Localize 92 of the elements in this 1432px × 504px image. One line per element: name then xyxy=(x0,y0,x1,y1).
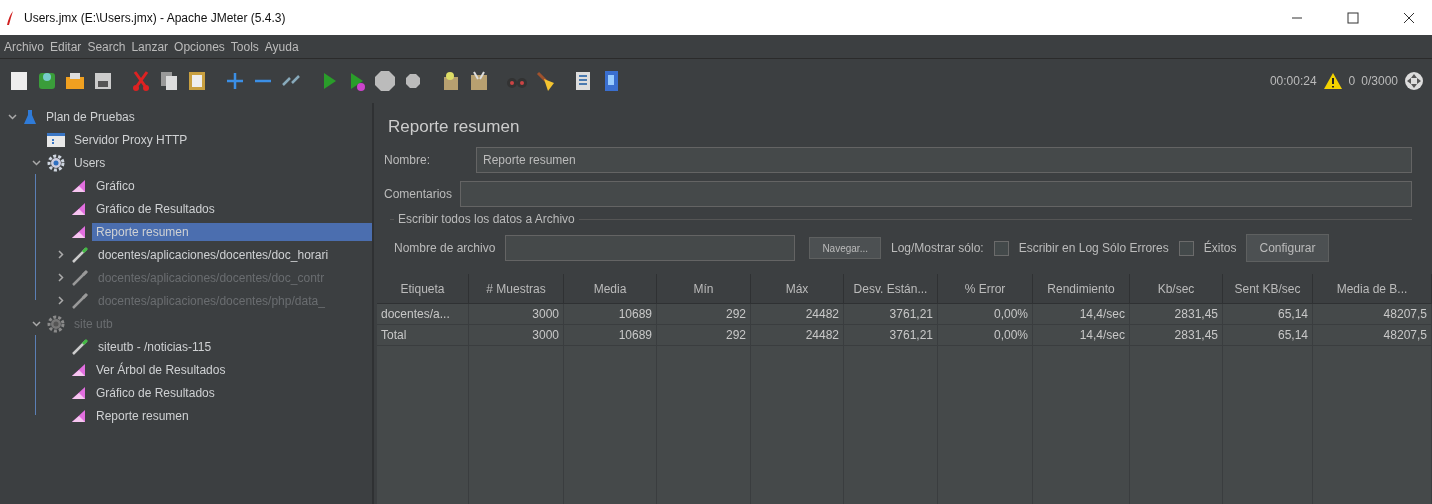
menu-item[interactable]: Editar xyxy=(50,39,82,54)
chart-icon xyxy=(71,178,87,193)
table-cell: 3000 xyxy=(469,325,564,346)
copy-icon[interactable] xyxy=(158,69,180,93)
table-cell: 292 xyxy=(657,304,751,325)
chevron-down-icon[interactable] xyxy=(31,158,41,167)
feather-icon xyxy=(6,9,14,26)
table-cell: 24482 xyxy=(751,304,844,325)
chart-icon xyxy=(71,201,87,216)
table-cell: 0,00% xyxy=(938,304,1033,325)
column-header[interactable]: Media xyxy=(564,274,657,304)
checkbox[interactable] xyxy=(1178,240,1194,256)
menu-item[interactable]: Tools xyxy=(230,39,259,54)
table-cell: 10689 xyxy=(564,325,657,346)
filename-label: Nombre de archivo xyxy=(394,241,496,255)
column-header[interactable]: Mín xyxy=(657,274,751,304)
elapsed-time: 00:00:24 xyxy=(1269,74,1317,88)
checkbox[interactable] xyxy=(993,240,1009,256)
menu-item[interactable]: Lanzar xyxy=(131,39,169,54)
gear-icon xyxy=(47,314,65,333)
chart-icon xyxy=(71,224,87,239)
maximize-icon xyxy=(1347,11,1359,24)
column-header[interactable]: % Error xyxy=(938,274,1033,304)
table-cell: 292 xyxy=(657,325,751,346)
table-cell: 2831,45 xyxy=(1130,304,1223,325)
column-header[interactable]: Kb/sec xyxy=(1130,274,1223,304)
tree-item[interactable]: Gráfico de Resultados xyxy=(92,199,219,218)
proxy-icon xyxy=(47,131,65,148)
table-cell: Total xyxy=(377,325,469,346)
tree-item[interactable]: Reporte resumen xyxy=(92,222,372,241)
table-cell: 10689 xyxy=(564,304,657,325)
thread-count: 0/3000 xyxy=(1361,74,1398,88)
close-icon xyxy=(1403,11,1415,24)
menu-item[interactable]: Ayuda xyxy=(264,39,299,54)
chevron-down-icon[interactable] xyxy=(7,112,17,121)
column-header[interactable]: # Muestras xyxy=(469,274,564,304)
tree-item[interactable]: Gráfico xyxy=(92,176,139,195)
table-cell: 0,00% xyxy=(938,325,1033,346)
table-cell: 48207,5 xyxy=(1313,325,1432,346)
group-title: Escribir todos los datos a Archivo xyxy=(394,212,579,226)
panel-title: Reporte resumen xyxy=(388,117,521,137)
comments-label: Comentarios xyxy=(384,187,453,201)
table-cell: 14,4/sec xyxy=(1033,325,1130,346)
comments-field[interactable] xyxy=(460,181,1412,207)
error-count: 0 xyxy=(1348,74,1356,88)
log-label: Log/Mostrar sólo: xyxy=(891,241,984,255)
chevron-right-icon[interactable] xyxy=(55,250,65,259)
table-cell: 3761,21 xyxy=(844,304,938,325)
browse-button[interactable]: Navegar... xyxy=(809,237,881,259)
table-cell: docentes/a... xyxy=(377,304,469,325)
table-cell: 3761,21 xyxy=(844,325,938,346)
column-header[interactable]: Rendimiento xyxy=(1033,274,1130,304)
gear-icon xyxy=(47,153,65,172)
column-header[interactable]: Desv. Están... xyxy=(844,274,938,304)
menu-item[interactable]: Archivo xyxy=(4,39,44,54)
flask-icon xyxy=(23,108,37,125)
chart-icon xyxy=(71,362,87,377)
column-header[interactable]: Sent KB/sec xyxy=(1223,274,1313,304)
checkbox-label: Éxitos xyxy=(1203,241,1237,255)
pipette-icon xyxy=(71,291,89,310)
pipette-icon xyxy=(71,245,89,264)
table-cell: 48207,5 xyxy=(1313,304,1432,325)
tree-item[interactable]: Servidor Proxy HTTP xyxy=(70,130,192,149)
table-cell: 2831,45 xyxy=(1130,325,1223,346)
table-cell: 3000 xyxy=(469,304,564,325)
stop-icon[interactable] xyxy=(374,69,396,93)
chart-icon xyxy=(71,408,87,423)
broom-icon[interactable] xyxy=(534,69,556,93)
configure-button[interactable]: Configurar xyxy=(1246,234,1329,262)
menu-item[interactable]: Search xyxy=(87,39,126,54)
table-cell: 14,4/sec xyxy=(1033,304,1130,325)
pipette-icon xyxy=(71,268,89,287)
window-title: Users.jmx (E:\Users.jmx) - Apache JMeter (5.4.3) xyxy=(24,10,287,25)
name-field[interactable]: Reporte resumen xyxy=(476,147,1412,173)
filename-field[interactable] xyxy=(505,235,796,261)
paste-icon[interactable] xyxy=(186,69,208,93)
column-header[interactable]: Máx xyxy=(751,274,844,304)
table-cell: 65,14 xyxy=(1223,325,1313,346)
tree-item[interactable]: Plan de Pruebas xyxy=(42,107,139,126)
tree-item[interactable]: Users xyxy=(70,153,110,172)
column-header[interactable]: Etiqueta xyxy=(377,274,469,304)
warning-icon[interactable] xyxy=(1322,72,1343,90)
column-header[interactable]: Media de B... xyxy=(1313,274,1432,304)
checkbox-label: Escribir en Log Sólo Errores xyxy=(1018,241,1169,255)
new-file-icon[interactable] xyxy=(8,69,30,93)
pipette-icon xyxy=(71,337,89,356)
menu-item[interactable]: Opciones xyxy=(174,39,225,54)
table-cell: 65,14 xyxy=(1223,304,1313,325)
tree-item[interactable]: docentes/aplicaciones/docentes/doc_horari xyxy=(94,245,333,264)
name-label: Nombre: xyxy=(384,153,431,167)
chart-icon xyxy=(71,385,87,400)
table-cell: 24482 xyxy=(751,325,844,346)
